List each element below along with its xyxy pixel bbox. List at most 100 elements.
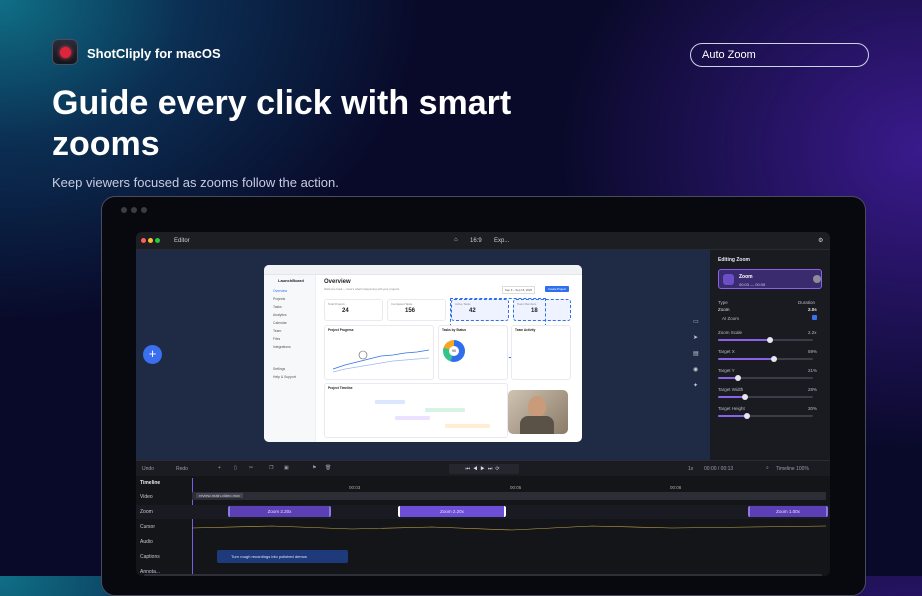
hero-title: Guide every click with smart zooms bbox=[52, 84, 512, 163]
team-activity-card: Team Activity bbox=[511, 325, 571, 380]
track-cursor: Cursor bbox=[136, 520, 830, 534]
minimize-button[interactable] bbox=[148, 238, 153, 243]
split-icon[interactable]: ▯ bbox=[234, 465, 237, 471]
progress-chart bbox=[332, 349, 430, 373]
type-value[interactable]: Zoom bbox=[718, 307, 730, 312]
webcam-overlay bbox=[508, 390, 568, 434]
zoom-clip[interactable]: Zoom 2.20x bbox=[228, 506, 331, 517]
screenshot-subtitle: Welcome back — here's what's happening w… bbox=[324, 287, 400, 291]
slider-value: 2.2x bbox=[808, 330, 817, 335]
maximize-button[interactable] bbox=[155, 238, 160, 243]
ai-zoom-label: AI Zoom bbox=[722, 316, 740, 321]
track-annotations: Annota... bbox=[136, 565, 830, 576]
slider-label: Zoom Scale bbox=[718, 330, 743, 335]
slider-label: Target X bbox=[718, 349, 735, 354]
cut-icon[interactable]: ✂ bbox=[249, 465, 253, 471]
editor-window: Editor ⌂ 16:9 Exp... ⚙ + LaunchBoard Ove… bbox=[136, 232, 830, 576]
export-button[interactable]: Exp... bbox=[494, 238, 509, 244]
zoom-clip[interactable]: Zoom 2.20x bbox=[398, 506, 506, 517]
duration-value[interactable]: 2.0s bbox=[808, 307, 817, 312]
slider-target-width[interactable] bbox=[718, 394, 813, 400]
nav-item: Analytics bbox=[273, 313, 287, 317]
editor-titlebar: Editor ⌂ 16:9 Exp... ⚙ bbox=[136, 232, 830, 250]
timeline-zoom[interactable]: Timeline 100% bbox=[776, 466, 809, 472]
nav-item: Settings bbox=[273, 367, 286, 371]
date-range: Sep 9 – Sep 16, 2025 bbox=[502, 286, 536, 294]
slider-value: 59% bbox=[808, 349, 818, 354]
slider-target-x[interactable] bbox=[718, 356, 813, 362]
nav-item: Overview bbox=[273, 289, 288, 293]
slider-target-y[interactable] bbox=[718, 375, 813, 381]
nav-item: Integrations bbox=[273, 345, 291, 349]
slider-knob[interactable] bbox=[741, 394, 748, 400]
cursor-path[interactable] bbox=[192, 520, 826, 534]
screenshot-brand: LaunchBoard bbox=[278, 278, 304, 283]
progress-card: Project Progress bbox=[324, 325, 434, 380]
slider-knob[interactable] bbox=[743, 413, 750, 419]
window-minimize-dot bbox=[131, 207, 137, 213]
zoom-item-settings-icon[interactable] bbox=[813, 275, 821, 283]
editor-title: Editor bbox=[174, 238, 190, 244]
zoom-item-name: Zoom bbox=[739, 274, 753, 280]
screenshot-browser-bar bbox=[264, 265, 582, 275]
slider-label: Target Y bbox=[718, 368, 735, 373]
screen-icon[interactable]: ▭ bbox=[693, 318, 699, 325]
effects-icon[interactable]: ✦ bbox=[693, 382, 699, 389]
flag-icon[interactable]: ⚑ bbox=[312, 465, 316, 471]
timecode: 00:00 / 00:13 bbox=[704, 466, 734, 472]
slider-knob[interactable] bbox=[767, 337, 774, 343]
timeline: Timeline 00:03 00:05 00:08 Video review-… bbox=[136, 476, 830, 576]
nav-item: Help & Support bbox=[273, 375, 296, 379]
copy-icon[interactable]: ❐ bbox=[269, 465, 273, 471]
tasks-status-card: Tasks by Status 90 bbox=[438, 325, 508, 380]
app-name: ShotCliply for macOS bbox=[87, 46, 221, 61]
camera-icon[interactable]: ◉ bbox=[693, 366, 699, 373]
slider-target-height[interactable] bbox=[718, 413, 813, 419]
track-audio: Audio bbox=[140, 539, 153, 545]
zoom-out-icon[interactable]: ⌕ bbox=[766, 465, 769, 471]
recorded-screenshot: LaunchBoard Overview Projects Tasks Anal… bbox=[264, 265, 582, 442]
app-icon bbox=[52, 39, 78, 65]
zoom-item-time: 00:03 — 00:05 bbox=[739, 282, 766, 287]
nav-item: Tasks bbox=[273, 305, 282, 309]
record-icon bbox=[59, 46, 71, 58]
project-timeline-card: Project Timeline bbox=[324, 383, 508, 438]
settings-icon[interactable]: ⚙ bbox=[818, 237, 823, 244]
type-label: Type bbox=[718, 300, 728, 305]
home-icon[interactable]: ⌂ bbox=[454, 237, 458, 243]
auto-zoom-badge[interactable]: Auto Zoom bbox=[690, 43, 869, 67]
window-zoom-dot bbox=[141, 207, 147, 213]
add-zoom-button[interactable]: + bbox=[143, 345, 162, 364]
editor-toolbar: Undo Redo + ▯ ✂ ❐ ▣ ⚑ 🗑 ⏮◀▶⏭⟳ 1x 00:00 /… bbox=[136, 460, 830, 476]
preview-canvas[interactable]: + LaunchBoard Overview Projects Tasks An… bbox=[136, 250, 710, 460]
slider-value: 28% bbox=[808, 387, 818, 392]
hero-subtitle: Keep viewers focused as zooms follow the… bbox=[52, 175, 339, 190]
zoom-item-icon bbox=[723, 274, 734, 285]
nav-item: Team bbox=[273, 329, 282, 333]
stat-card: Total Projects 24 bbox=[324, 299, 383, 321]
aspect-ratio-select[interactable]: 16:9 bbox=[470, 238, 482, 244]
caption-clip[interactable]: Turn rough recordings into polished demo… bbox=[217, 550, 348, 563]
slider-knob[interactable] bbox=[771, 356, 778, 362]
slider-knob[interactable] bbox=[734, 375, 741, 381]
screenshot-title: Overview bbox=[324, 279, 351, 285]
zoom-clip[interactable]: Zoom 1.00x bbox=[748, 506, 828, 517]
cursor-icon[interactable]: ➤ bbox=[693, 334, 699, 341]
playback-controls[interactable]: ⏮◀▶⏭⟳ bbox=[449, 464, 519, 474]
undo-button[interactable]: Undo bbox=[142, 466, 154, 472]
stat-card: Completed Tasks 156 bbox=[387, 299, 446, 321]
caption-icon[interactable]: ▤ bbox=[693, 350, 699, 357]
slider-zoom-scale[interactable] bbox=[718, 337, 813, 343]
selected-zoom-item[interactable]: Zoom 00:03 — 00:05 bbox=[718, 269, 822, 289]
add-icon[interactable]: + bbox=[218, 465, 221, 471]
speed-select[interactable]: 1x bbox=[688, 466, 693, 472]
delete-icon[interactable]: 🗑 bbox=[325, 465, 331, 471]
paste-icon[interactable]: ▣ bbox=[284, 465, 289, 471]
slider-value: 30% bbox=[808, 406, 818, 411]
create-project-button: Create Project bbox=[545, 286, 569, 292]
close-button[interactable] bbox=[141, 238, 146, 243]
video-clip[interactable]: review-main-video.mov bbox=[192, 492, 826, 500]
redo-button[interactable]: Redo bbox=[176, 466, 188, 472]
slider-label: Target Width bbox=[718, 387, 744, 392]
ai-zoom-checkbox[interactable] bbox=[812, 315, 817, 320]
